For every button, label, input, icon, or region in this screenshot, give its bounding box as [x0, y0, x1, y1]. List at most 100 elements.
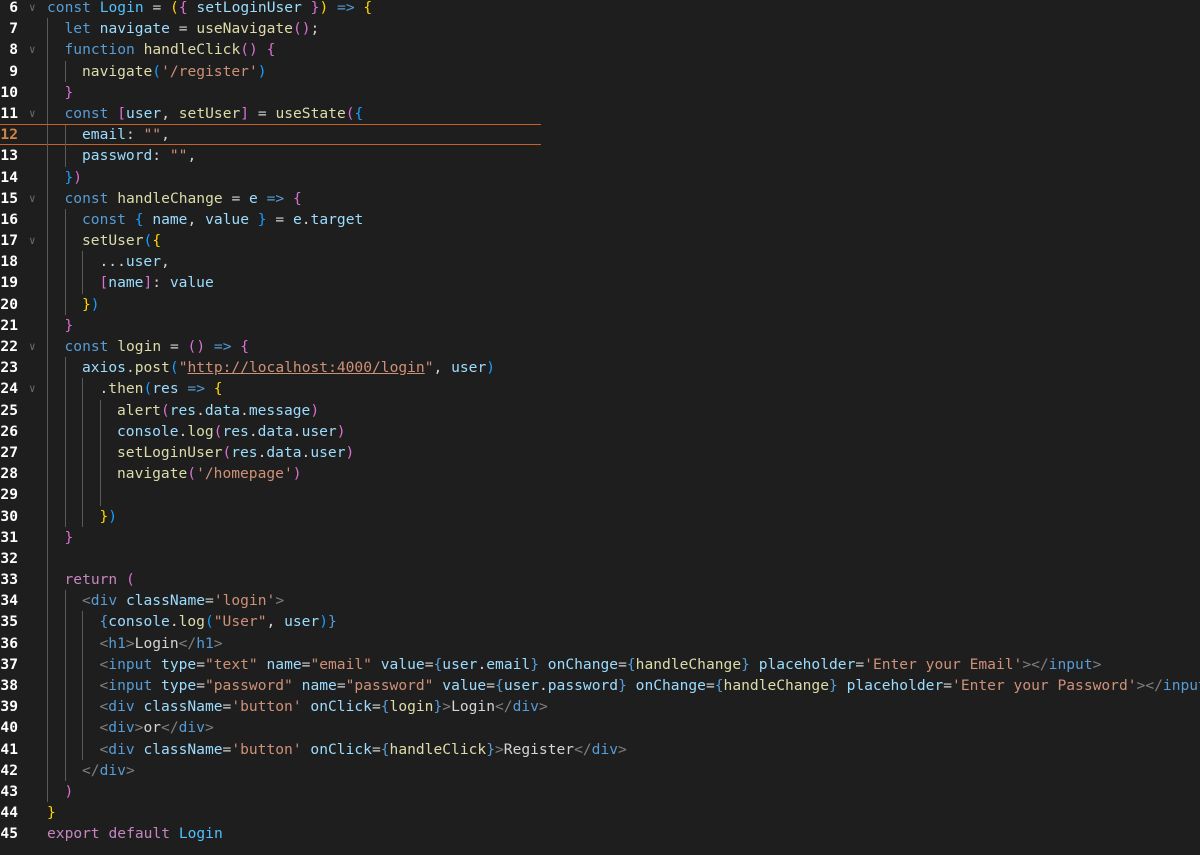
code-line[interactable]: 39 <div className='button' onClick={login… — [0, 696, 1200, 718]
code-line[interactable]: 37 <input type="text" name="email" value=… — [0, 653, 1200, 675]
code-line[interactable]: 14}) — [0, 166, 1200, 188]
fold-chevron-icon[interactable]: ∨ — [29, 103, 36, 124]
code-text: navigate('/homepage') — [47, 463, 302, 485]
fold-chevron-icon[interactable]: ∨ — [29, 0, 36, 18]
code-token: function — [64, 41, 135, 59]
indent-guide — [82, 484, 100, 506]
code-line[interactable]: 40 <div>or</div> — [0, 717, 1200, 739]
code-token: > — [275, 592, 285, 610]
code-line[interactable]: 24 ∨ .then(res => { — [0, 378, 1200, 400]
code-text: const Login = ({ setLoginUser }) => { — [47, 0, 372, 18]
fold-chevron-icon[interactable]: ∨ — [29, 230, 36, 251]
code-token: ) — [292, 465, 302, 483]
code-token: = — [486, 677, 496, 694]
code-token: ( — [187, 465, 197, 483]
indent-guide — [64, 675, 83, 697]
code-line[interactable]: 35 {console.log("User", user)} — [0, 611, 1200, 633]
code-line[interactable]: 29 — [0, 484, 1200, 506]
code-line[interactable]: 32 — [0, 547, 1200, 570]
code-line[interactable]: 20}) — [0, 293, 1200, 315]
code-line[interactable]: 22 ∨ const login = () => { — [0, 336, 1200, 358]
code-token: > — [494, 740, 504, 758]
code-line[interactable]: 31} — [0, 526, 1200, 548]
code-line[interactable]: 21} — [0, 314, 1200, 336]
line-number: 33 — [0, 571, 18, 589]
fold-chevron-icon[interactable]: ∨ — [29, 188, 36, 209]
code-token: > — [125, 761, 135, 779]
code-line[interactable]: 38 <input type="password" name="password"… — [0, 675, 1200, 697]
code-token: } — [64, 316, 74, 334]
code-editor[interactable]: 6 ∨ const Login = ({ setLoginUser }) => {7… — [0, 0, 1200, 855]
indent-guide — [47, 569, 65, 591]
code-line[interactable]: 34 <div className='login'> — [0, 590, 1200, 612]
code-line[interactable]: 43) — [0, 780, 1200, 803]
code-token: ) — [336, 422, 346, 440]
code-line[interactable]: 42 </div> — [0, 759, 1200, 781]
code-token: handleClick — [143, 41, 241, 59]
indent-guide — [64, 632, 83, 654]
code-line[interactable]: 13 password: "", — [0, 145, 1200, 167]
indent-guide — [64, 272, 83, 294]
code-line[interactable]: 23 axios.post("http://localhost:4000/logi… — [0, 357, 1200, 379]
indent-guide — [82, 717, 100, 739]
code-line[interactable]: 33 return ( — [0, 569, 1200, 591]
code-token: , — [187, 210, 206, 228]
code-line[interactable]: 28 navigate('/homepage') — [0, 463, 1200, 485]
code-line[interactable]: 30}) — [0, 505, 1200, 527]
code-line[interactable]: 26 console.log(res.data.user) — [0, 420, 1200, 442]
indent-guide — [82, 675, 100, 697]
code-token: axios — [82, 359, 126, 377]
code-token: = — [424, 655, 434, 673]
code-token: { — [495, 677, 504, 694]
code-line[interactable]: 11 ∨ const [user, setUser] = useState({ — [0, 102, 1200, 125]
code-token: } — [64, 528, 74, 546]
code-line[interactable]: 17 ∨ setUser({ — [0, 230, 1200, 252]
code-text: ...user, — [47, 251, 170, 273]
code-token: user — [125, 253, 162, 271]
code-line[interactable]: 27 setLoginUser(res.data.user) — [0, 441, 1200, 464]
code-token: handleChange — [723, 677, 829, 694]
line-number: 43 — [0, 782, 18, 800]
indent-guide — [64, 208, 83, 231]
code-line[interactable]: 19 [name]: value — [0, 272, 1200, 294]
indent-guide — [64, 653, 83, 675]
indent-guide — [64, 441, 83, 464]
line-number: 31 — [0, 528, 18, 546]
code-line[interactable]: 36 <h1>Login</h1> — [0, 632, 1200, 654]
code-token: user — [442, 655, 478, 673]
fold-chevron-icon[interactable]: ∨ — [29, 39, 36, 60]
code-line[interactable]: 18 ...user, — [0, 251, 1200, 273]
code-line[interactable]: 8 ∨ function handleClick() { — [0, 39, 1200, 61]
code-line[interactable]: 6 ∨ const Login = ({ setLoginUser }) => { — [0, 0, 1200, 18]
fold-chevron-icon[interactable]: ∨ — [29, 378, 36, 399]
code-token: then — [108, 380, 144, 398]
code-token: < — [99, 655, 109, 673]
code-token: res — [152, 380, 179, 398]
code-line[interactable]: 25 alert(res.data.message) — [0, 399, 1200, 421]
code-token: } — [99, 507, 109, 525]
code-token: placeholder — [846, 677, 944, 694]
code-line[interactable]: 16 const { name, value } = e.target — [0, 208, 1200, 231]
code-line[interactable]: 41 <div className='button' onClick={handl… — [0, 738, 1200, 760]
code-line[interactable]: 44} — [0, 802, 1200, 823]
fold-chevron-icon[interactable]: ∨ — [29, 336, 36, 357]
code-line[interactable]: 9 navigate('/register') — [0, 60, 1200, 82]
line-number: 44 — [0, 804, 18, 822]
code-token: onClick — [310, 740, 372, 758]
code-line[interactable]: 15 ∨ const handleChange = e => { — [0, 187, 1200, 209]
code-line[interactable]: 45 export default Login — [0, 823, 1200, 844]
line-number: 30 — [0, 507, 18, 525]
code-token: Login — [99, 0, 144, 16]
code-token: ( — [204, 613, 214, 631]
code-token: message — [248, 401, 311, 419]
code-line[interactable]: 7 let navigate = useNavigate(); — [0, 18, 1200, 40]
code-line[interactable]: 12 email: "", — [0, 124, 541, 147]
code-token: input — [108, 655, 153, 673]
code-line[interactable]: 10} — [0, 81, 1200, 103]
code-token: </ — [495, 698, 513, 716]
code-token: { — [363, 0, 373, 16]
